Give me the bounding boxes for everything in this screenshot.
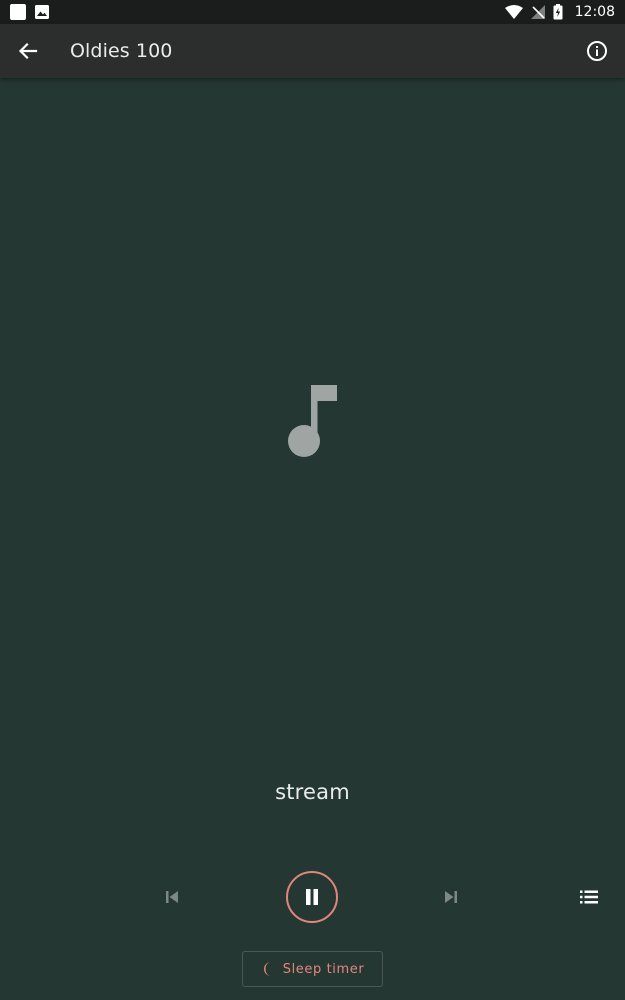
status-bar: 12:08 <box>0 0 625 24</box>
battery-charging-icon <box>553 4 563 20</box>
wifi-icon <box>504 5 523 19</box>
queue-list-icon <box>580 890 598 904</box>
playback-controls <box>0 870 625 924</box>
music-note-icon <box>288 385 337 457</box>
info-circle-icon <box>587 41 607 61</box>
skip-previous-icon <box>166 891 178 903</box>
arrow-left-icon <box>18 42 38 60</box>
no-signal-icon <box>530 5 545 19</box>
previous-button[interactable] <box>155 880 189 914</box>
page-title: Oldies 100 <box>70 40 173 62</box>
pause-icon <box>306 889 318 905</box>
moon-icon <box>263 962 271 976</box>
image-notification-icon <box>34 4 50 20</box>
status-left <box>10 4 50 20</box>
back-button[interactable] <box>0 24 56 78</box>
queue-button[interactable] <box>572 880 606 914</box>
status-clock: 12:08 <box>574 4 615 20</box>
info-button[interactable] <box>569 24 625 78</box>
next-button[interactable] <box>434 880 468 914</box>
pause-button[interactable] <box>286 871 338 923</box>
notification-square-icon <box>10 4 26 20</box>
status-right: 12:08 <box>504 4 615 20</box>
skip-next-icon <box>445 891 457 903</box>
sleep-timer-button[interactable]: Sleep timer <box>242 951 383 987</box>
album-artwork <box>282 382 342 462</box>
stream-subtitle: stream <box>275 780 350 804</box>
sleep-timer-label: Sleep timer <box>282 961 365 977</box>
app-bar: Oldies 100 <box>0 24 625 78</box>
